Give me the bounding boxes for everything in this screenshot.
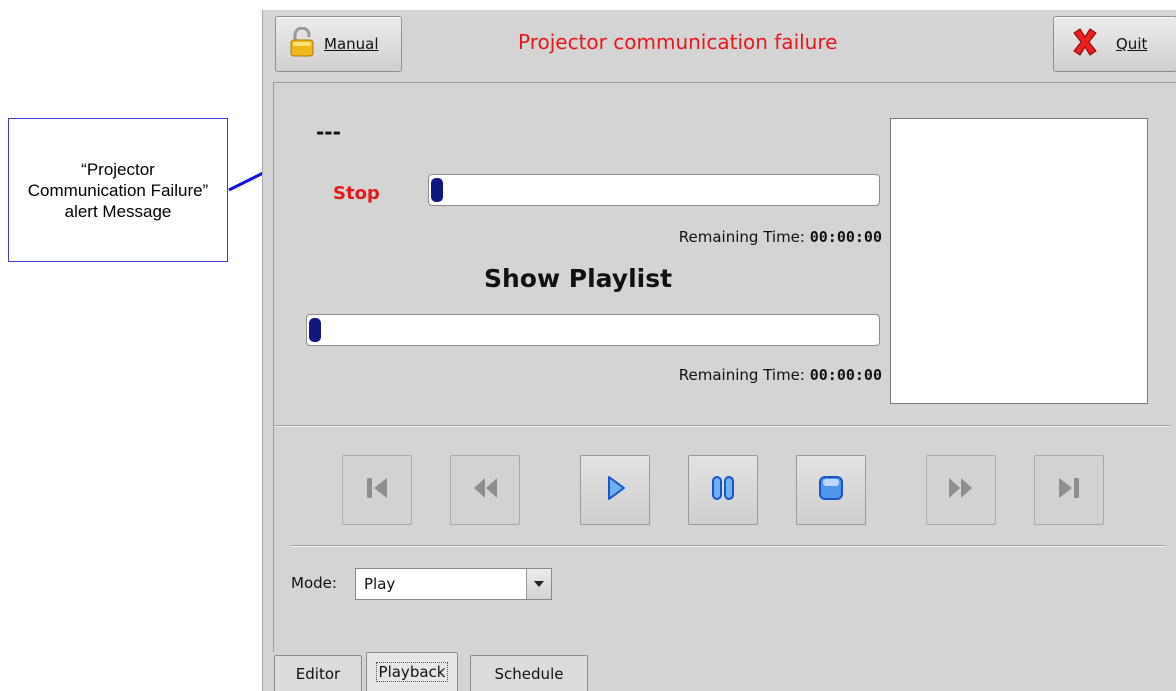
skip-to-end-button[interactable] (1034, 455, 1104, 525)
chevron-down-icon[interactable] (526, 569, 551, 599)
remaining-time-value: 00:00:00 (809, 228, 882, 246)
playlist-progress-fill (309, 318, 321, 342)
preview-pane (890, 118, 1148, 404)
tab-playback[interactable]: Playback (366, 652, 458, 691)
skip-to-end-icon (1054, 473, 1084, 507)
unlocked-padlock-icon (290, 26, 314, 61)
play-button[interactable] (580, 455, 650, 525)
playlist-remaining-time: Remaining Time: 00:00:00 (679, 366, 882, 384)
playlist-title: Show Playlist (484, 264, 673, 293)
mode-select[interactable]: Play (355, 568, 552, 600)
callout-text: “Projector Communication Failure” alert … (27, 159, 209, 221)
bottom-tab-bar: Editor Playback Schedule (274, 652, 1174, 691)
remaining-time-label: Remaining Time: (678, 228, 805, 246)
tab-label: Playback (375, 662, 449, 682)
skip-to-start-button[interactable] (342, 455, 412, 525)
rewind-icon (470, 473, 500, 507)
divider (290, 545, 1166, 547)
playback-status-label: Stop (333, 183, 380, 204)
red-x-icon (1070, 27, 1100, 61)
quit-button[interactable]: Quit (1053, 16, 1176, 72)
play-icon (600, 473, 630, 507)
now-playing-progress-bar (428, 174, 880, 206)
tab-editor[interactable]: Editor (274, 655, 362, 691)
manual-button[interactable]: Manual (275, 16, 402, 72)
mode-label: Mode: (291, 574, 337, 592)
fast-forward-icon (946, 473, 976, 507)
projector-alert-message: Projector communication failure (518, 30, 838, 54)
divider (274, 425, 1170, 427)
stop-icon (816, 473, 846, 507)
tab-label: Editor (295, 664, 341, 683)
tab-schedule[interactable]: Schedule (470, 655, 588, 691)
rewind-button[interactable] (450, 455, 520, 525)
top-toolbar: Manual Projector communication failure Q… (263, 10, 1176, 80)
fast-forward-button[interactable] (926, 455, 996, 525)
tab-label: Schedule (494, 664, 564, 683)
playlist-progress-bar (306, 314, 880, 346)
stop-button[interactable] (796, 455, 866, 525)
pause-icon (708, 473, 738, 507)
now-playing-title: --- (316, 120, 341, 144)
remaining-time-value: 00:00:00 (809, 366, 882, 384)
now-playing-progress-fill (431, 178, 443, 202)
annotation-callout: “Projector Communication Failure” alert … (8, 118, 228, 262)
manual-label: Manual (324, 35, 379, 53)
now-playing-remaining-time: Remaining Time: 00:00:00 (679, 228, 882, 246)
mode-selected-value: Play (364, 575, 396, 593)
skip-to-start-icon (362, 473, 392, 507)
remaining-time-label: Remaining Time: (678, 366, 805, 384)
quit-label: Quit (1116, 35, 1148, 53)
pause-button[interactable] (688, 455, 758, 525)
